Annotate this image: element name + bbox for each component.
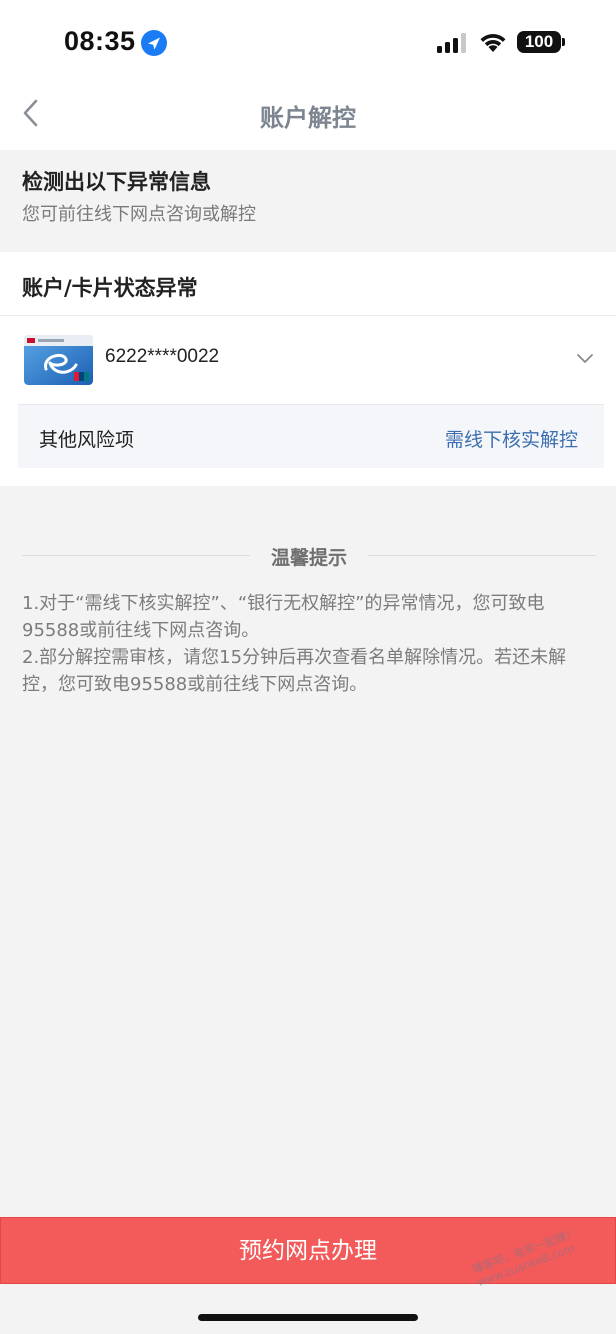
status-time: 08:35 (64, 26, 136, 56)
chevron-down-icon (577, 354, 593, 363)
battery-indicator: 100 (517, 31, 561, 53)
nav-bar: 账户解控 (0, 80, 616, 150)
card-selector[interactable]: 6222****0022 (0, 316, 616, 404)
risk-item: 其他风险项 需线下核实解控 (18, 404, 604, 468)
alert-title: 检测出以下异常信息 (22, 170, 211, 194)
tips-divider-left (22, 555, 250, 556)
tips-title: 温馨提示 (270, 547, 347, 569)
section-title: 账户/卡片状态异常 (22, 276, 198, 300)
alert-header: 检测出以下异常信息 您可前往线下网点咨询或解控 (0, 150, 616, 252)
card-number: 6222****0022 (105, 346, 220, 367)
battery-tip (562, 38, 565, 46)
wifi-icon (480, 33, 506, 52)
home-indicator (198, 1314, 418, 1321)
risk-action-link[interactable]: 需线下核实解控 (445, 425, 578, 452)
tips-line-1: 1.对于“需线下核实解控”、“银行无权解控”的异常情况，您可致电95588或前往… (22, 593, 545, 641)
tips-line-2: 2.部分解控需审核，请您15分钟后再次查看名单解除情况。若还未解控，您可致电95… (22, 647, 567, 695)
signal-icon (437, 33, 466, 53)
risk-label: 其他风险项 (39, 429, 135, 451)
tips-divider-right (368, 555, 596, 556)
bank-card-icon (24, 335, 93, 385)
tips-body: 1.对于“需线下核实解控”、“银行无权解控”的异常情况，您可致电95588或前往… (22, 590, 598, 698)
alert-subtitle: 您可前往线下网点咨询或解控 (22, 204, 256, 225)
account-status-section: 账户/卡片状态异常 6222****0022 其他风险项 需线下核实解控 (0, 252, 616, 486)
page-title: 账户解控 (260, 104, 356, 132)
status-bar: 08:35 100 (0, 0, 616, 80)
location-arrow-icon (141, 30, 167, 56)
